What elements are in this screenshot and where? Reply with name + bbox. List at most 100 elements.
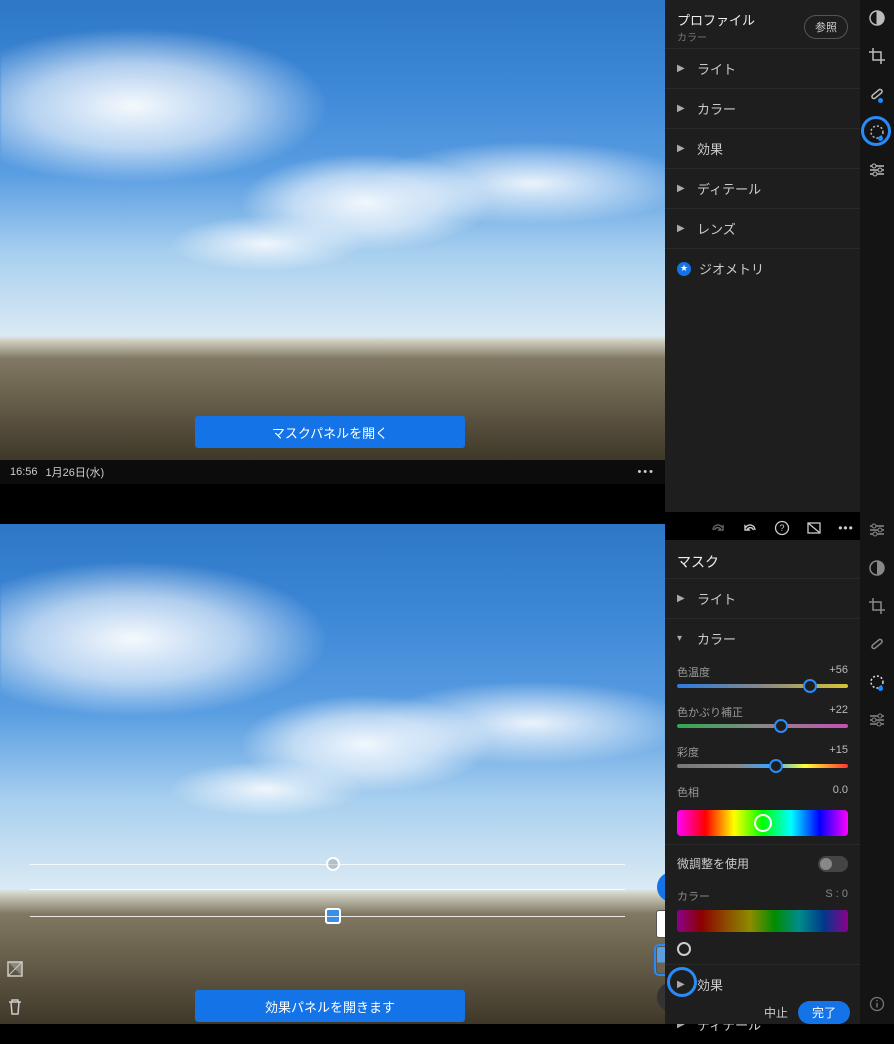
hue-strip[interactable] [677, 810, 848, 836]
slider-track[interactable] [677, 764, 848, 768]
section-label: レンズ [697, 219, 736, 238]
chevron-right-icon: ▶ [677, 593, 689, 604]
slider-thumb[interactable] [803, 679, 817, 693]
exposure-icon[interactable] [867, 558, 887, 578]
undo-icon[interactable] [742, 520, 758, 536]
active-dot-icon [878, 98, 883, 103]
section-label: ジオメトリ [699, 259, 764, 278]
slider-value: +22 [829, 704, 848, 720]
profile-title: プロファイル [677, 10, 755, 29]
info-icon[interactable] [867, 994, 887, 1014]
done-button[interactable]: 完了 [798, 1001, 850, 1024]
active-dot-icon [878, 136, 883, 141]
help-icon[interactable]: ? [774, 520, 790, 536]
healing-icon[interactable] [867, 634, 887, 654]
healing-icon[interactable] [867, 84, 887, 104]
gradient-line-bot[interactable] [30, 916, 625, 917]
mask-section-effects[interactable]: ▶ 効果 [665, 964, 860, 1004]
swatch-empty-icon[interactable] [677, 942, 691, 956]
image-canvas[interactable]: 効果パネルを開きます [0, 524, 665, 1024]
callout-ring [667, 967, 697, 997]
gradient-handle-top[interactable] [326, 857, 340, 871]
profile-sub: カラー [677, 29, 755, 44]
trash-icon[interactable] [6, 998, 24, 1016]
slider-hue: 色相 0.0 [665, 778, 860, 806]
slider-thumb[interactable] [769, 759, 783, 773]
edit-panel: プロファイル カラー 参照 ▶ ライト ▶ カラー ▶ 効果 ▶ ディテール ▶… [665, 0, 860, 512]
section-label: 効果 [697, 139, 723, 158]
slider-label: 色相 [677, 784, 699, 800]
photo-clouds [0, 549, 665, 849]
slider-track[interactable] [677, 724, 848, 728]
more-icon[interactable]: ••• [838, 520, 854, 536]
chevron-right-icon: ▶ [677, 143, 689, 154]
section-color[interactable]: ▶ カラー [665, 88, 860, 128]
settings-icon[interactable] [867, 710, 887, 730]
photo-clouds [0, 23, 665, 299]
slider-value: 0.0 [833, 784, 848, 800]
chevron-right-icon: ▶ [677, 183, 689, 194]
section-label: カラー [697, 99, 736, 118]
done-row: 中止 完了 [665, 1000, 860, 1024]
slider-track[interactable] [677, 684, 848, 688]
color-strip[interactable] [677, 910, 848, 932]
slider-tint[interactable]: 色かぶり補正 +22 [665, 698, 860, 738]
open-effects-panel-button[interactable]: 効果パネルを開きます [195, 990, 465, 1022]
browse-button[interactable]: 参照 [804, 15, 848, 39]
profile-header: プロファイル カラー 参照 [665, 0, 860, 48]
gradient-line-mid[interactable] [30, 889, 625, 890]
chevron-down-icon: ▾ [677, 633, 689, 644]
mask-section-color[interactable]: ▾ カラー [665, 618, 860, 658]
slider-value: +56 [829, 664, 848, 680]
section-lens[interactable]: ▶ レンズ [665, 208, 860, 248]
mask-panel-title: マスク [665, 540, 860, 578]
crop-icon[interactable] [867, 46, 887, 66]
slider-temperature[interactable]: 色温度 +56 [665, 658, 860, 698]
slider-thumb[interactable] [774, 719, 788, 733]
compare-icon[interactable] [806, 520, 822, 536]
active-dot-icon [878, 686, 883, 691]
toggle-switch[interactable] [818, 856, 848, 872]
adjust-icon[interactable] [867, 520, 887, 540]
section-geometry[interactable]: ★ ジオメトリ [665, 248, 860, 288]
screenshot-top: マスクパネルを開く 16:56 1月26日(水) ••• 99% プロファイル … [0, 0, 894, 512]
section-label: ライト [697, 589, 736, 608]
masking-icon[interactable] [867, 122, 887, 142]
hue-thumb[interactable] [754, 814, 772, 832]
canvas-corner-tools [6, 960, 24, 1016]
exposure-square-icon[interactable] [6, 960, 24, 978]
chevron-right-icon: ▶ [677, 103, 689, 114]
swatch-row [665, 938, 860, 964]
section-effects[interactable]: ▶ 効果 [665, 128, 860, 168]
time-label: 16:56 [10, 466, 38, 478]
crop-icon[interactable] [867, 596, 887, 616]
tool-rail [860, 0, 894, 512]
chevron-right-icon: ▶ [677, 63, 689, 74]
tool-rail [860, 512, 894, 1024]
svg-text:?: ? [779, 523, 784, 533]
toggle-label: 微調整を使用 [677, 855, 749, 872]
section-label: 効果 [697, 975, 723, 994]
color-heading: カラー S : 0 [665, 882, 860, 906]
masking-icon[interactable] [867, 672, 887, 692]
mask-section-light[interactable]: ▶ ライト [665, 578, 860, 618]
section-label: カラー [697, 629, 736, 648]
open-mask-panel-button[interactable]: マスクパネルを開く [195, 416, 465, 448]
section-label: ディテール [697, 179, 761, 198]
modified-indicator-icon: ★ [677, 262, 691, 276]
refine-toggle-row[interactable]: 微調整を使用 [665, 844, 860, 882]
overflow-indicator[interactable]: ••• [637, 466, 655, 478]
exposure-icon[interactable] [867, 8, 887, 28]
mask-panel: マスク ▶ ライト ▾ カラー 色温度 +56 色かぶり補正 +22 彩度 +1… [665, 540, 860, 1024]
slider-value: +15 [829, 744, 848, 760]
slider-saturation[interactable]: 彩度 +15 [665, 738, 860, 778]
image-canvas[interactable]: マスクパネルを開く [0, 0, 665, 460]
chevron-right-icon: ▶ [677, 223, 689, 234]
adjust-icon[interactable] [867, 160, 887, 180]
ipad-status-bar: 16:56 1月26日(水) ••• [0, 460, 665, 484]
color-s-label: S : 0 [825, 888, 848, 904]
redo-icon[interactable] [710, 520, 726, 536]
cancel-button[interactable]: 中止 [764, 1004, 788, 1021]
section-detail[interactable]: ▶ ディテール [665, 168, 860, 208]
section-light[interactable]: ▶ ライト [665, 48, 860, 88]
